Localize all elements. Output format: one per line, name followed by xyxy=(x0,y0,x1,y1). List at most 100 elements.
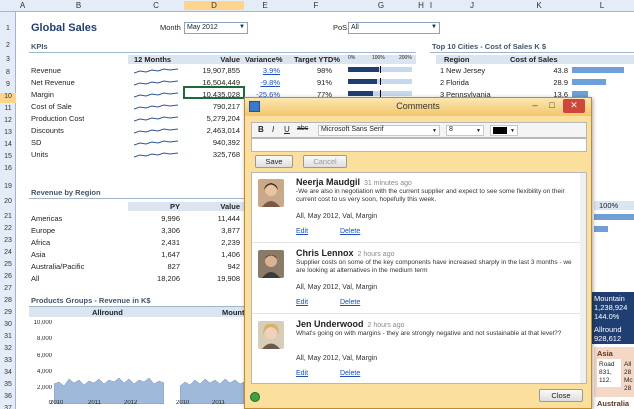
comments-scrollbar[interactable] xyxy=(580,173,586,383)
row-21[interactable]: 21 xyxy=(0,213,16,223)
edit-link[interactable]: Edit xyxy=(296,299,308,306)
row-20[interactable]: 20 xyxy=(0,198,16,208)
row-3[interactable]: 3 xyxy=(0,56,16,66)
dialog-titlebar[interactable]: Comments – □ ✕ xyxy=(245,98,591,116)
comment-author: Neerja Maudgil 31 minutes ago xyxy=(296,177,412,187)
col-E[interactable]: E xyxy=(244,1,286,10)
region-name: Europe xyxy=(31,226,56,235)
kpi-name: Margin xyxy=(31,90,54,99)
save-button[interactable]: Save xyxy=(255,155,293,168)
comment-editor[interactable] xyxy=(251,138,587,152)
col-D[interactable]: D xyxy=(184,1,244,10)
comment-item: Chris Lennox 2 hours ago Supplier costs o… xyxy=(252,244,586,314)
row-11[interactable]: 11 xyxy=(0,105,16,115)
col-J[interactable]: J xyxy=(436,1,508,10)
row-25[interactable]: 25 xyxy=(0,261,16,271)
region-name: Americas xyxy=(31,214,63,223)
row-37[interactable]: 37 xyxy=(0,405,16,409)
row-24[interactable]: 24 xyxy=(0,249,16,259)
font-size-select[interactable]: 8 ▼ xyxy=(446,125,484,136)
row-2[interactable]: 2 xyxy=(0,42,16,52)
region-value: 11,444 xyxy=(217,214,240,223)
row-31[interactable]: 31 xyxy=(0,333,16,343)
underline-button[interactable]: U xyxy=(284,125,290,134)
sparkline xyxy=(134,68,178,74)
edit-link[interactable]: Edit xyxy=(296,370,308,377)
row-8[interactable]: 8 xyxy=(0,69,16,79)
row-14[interactable]: 14 xyxy=(0,141,16,151)
font-color-select[interactable]: ▼ xyxy=(490,125,518,136)
col-F[interactable]: F xyxy=(286,1,346,10)
row-27[interactable]: 27 xyxy=(0,285,16,295)
strikethrough-button[interactable]: abc xyxy=(297,125,308,132)
row-12[interactable]: 12 xyxy=(0,117,16,127)
row-35[interactable]: 35 xyxy=(0,381,16,391)
col-A[interactable]: A xyxy=(16,1,29,10)
row-15[interactable]: 15 xyxy=(0,153,16,163)
selected-cell-d10[interactable] xyxy=(183,86,245,99)
row-33[interactable]: 33 xyxy=(0,357,16,367)
col-target: Target YTD% xyxy=(294,55,340,64)
row-36[interactable]: 36 xyxy=(0,393,16,403)
kpi-variance-link[interactable]: -9.8% xyxy=(246,78,280,87)
row-13[interactable]: 13 xyxy=(0,129,16,139)
row-23[interactable]: 23 xyxy=(0,237,16,247)
row-34[interactable]: 34 xyxy=(0,369,16,379)
row-28[interactable]: 28 xyxy=(0,297,16,307)
city-rank: 1 xyxy=(440,66,445,75)
target-tick-100: 100% xyxy=(372,55,385,61)
col-G[interactable]: G xyxy=(346,1,416,10)
treemap-all-value: 28 xyxy=(624,369,632,376)
kpi-name: Revenue xyxy=(31,66,62,75)
treemap-road-label: Road xyxy=(599,361,615,368)
row-10[interactable]: 10 xyxy=(0,93,16,103)
bold-button[interactable]: B xyxy=(258,125,264,134)
minimize-icon[interactable]: – xyxy=(527,99,543,113)
comment-text: What's going on with margins - they are … xyxy=(296,330,562,337)
maximize-icon[interactable]: □ xyxy=(544,99,560,113)
italic-button[interactable]: I xyxy=(272,125,274,134)
pos-dropdown[interactable]: All ▼ xyxy=(348,22,440,34)
row-19[interactable]: 19 xyxy=(0,183,16,193)
col-K[interactable]: K xyxy=(508,1,570,10)
close-button[interactable]: Close xyxy=(539,389,583,402)
col-C[interactable]: C xyxy=(128,1,184,10)
kpi-value: 2,463,014 xyxy=(206,126,240,135)
top-cities-header: Top 10 Cities - Cost of Sales K $ xyxy=(432,42,547,51)
row-32[interactable]: 32 xyxy=(0,345,16,355)
treemap-mountain-label: Mountain xyxy=(594,294,625,303)
sparkline xyxy=(134,92,178,98)
delete-link[interactable]: Delete xyxy=(340,228,360,235)
col-L[interactable]: L xyxy=(570,1,634,10)
treemap-road-pct: 112. xyxy=(599,377,612,384)
row-29[interactable]: 29 xyxy=(0,309,16,319)
kpi-name: SD xyxy=(31,138,42,147)
chevron-down-icon: ▼ xyxy=(432,128,437,134)
col-H[interactable]: H xyxy=(416,1,426,10)
kpi-variance-link[interactable]: 3.9% xyxy=(246,66,280,75)
font-family-select[interactable]: Microsoft Sans Serif ▼ xyxy=(318,125,440,136)
row-1[interactable]: 1 xyxy=(0,25,16,35)
row-30[interactable]: 30 xyxy=(0,321,16,331)
right-pct: 100% xyxy=(599,201,619,210)
city-name: New Jersey xyxy=(446,66,486,75)
row-26[interactable]: 26 xyxy=(0,273,16,283)
delete-link[interactable]: Delete xyxy=(340,299,360,306)
row-9[interactable]: 9 xyxy=(0,81,16,91)
mount-area-chart xyxy=(180,378,244,404)
city-bar xyxy=(572,67,624,73)
edit-link[interactable]: Edit xyxy=(296,228,308,235)
close-icon[interactable]: ✕ xyxy=(563,99,585,113)
status-icon xyxy=(250,392,260,402)
chevron-down-icon: ▼ xyxy=(431,24,437,30)
col-I[interactable]: I xyxy=(426,1,436,10)
row-16[interactable]: 16 xyxy=(0,165,16,175)
comment-item: Neerja Maudgil 31 minutes ago -We are als… xyxy=(252,173,586,243)
col-B[interactable]: B xyxy=(29,1,128,10)
row-22[interactable]: 22 xyxy=(0,225,16,235)
format-toolbar: B I U abc Microsoft Sans Serif ▼ 8 ▼ ▼ xyxy=(251,122,587,138)
revenue-region-header: Revenue by Region xyxy=(31,188,101,197)
cancel-button[interactable]: Cancel xyxy=(303,155,347,168)
month-dropdown[interactable]: May 2012 ▼ xyxy=(184,22,248,34)
delete-link[interactable]: Delete xyxy=(340,370,360,377)
